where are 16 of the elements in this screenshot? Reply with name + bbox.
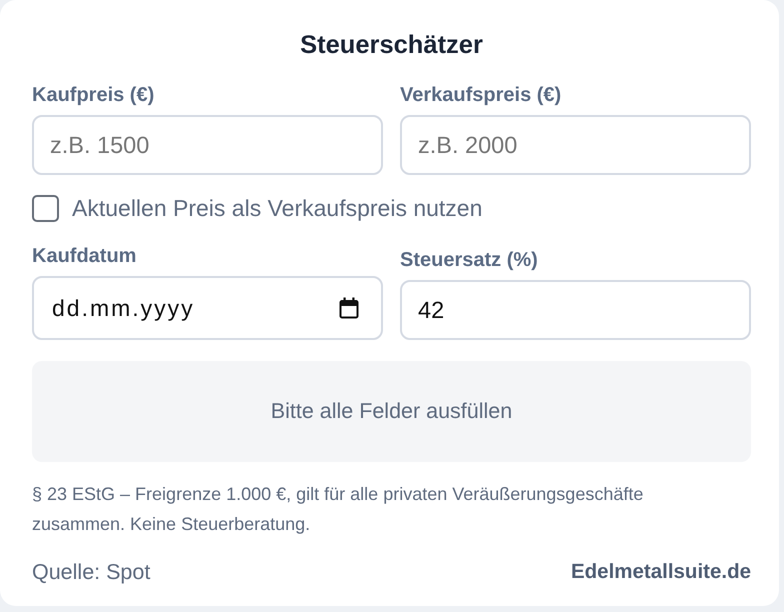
field-label: Kaufdatum	[32, 244, 136, 269]
field-label: Verkaufspreis (€)	[400, 83, 562, 108]
date-field[interactable]: dd.mm.yyyy	[32, 276, 383, 340]
calendar-icon[interactable]	[339, 297, 359, 319]
checkbox[interactable]	[32, 195, 59, 222]
result-message: Bitte alle Felder ausfüllen	[270, 399, 512, 424]
input-field[interactable]: z.B. 1500	[32, 115, 383, 175]
brand-name: Edelmetallsuite.de	[570, 559, 751, 585]
disclaimer-text: § 23 EStG – Freigrenze 1.000 €, gilt für alle privaten Veräußerungsgeschäfte zusammen. Keine Steuerberatung.	[32, 483, 644, 536]
checkbox-label[interactable]: Aktuellen Preis als Verkaufspreis nutzen	[72, 195, 482, 222]
field-label: Steuersatz (%)	[400, 248, 538, 273]
field-label: Kaufpreis (€)	[32, 83, 154, 108]
input-field[interactable]: z.B. 2000	[400, 115, 751, 175]
input-field[interactable]: 42	[400, 280, 751, 340]
form-title: Steuerschätzer	[299, 30, 484, 60]
source-text: Quelle: Spot	[32, 559, 150, 586]
